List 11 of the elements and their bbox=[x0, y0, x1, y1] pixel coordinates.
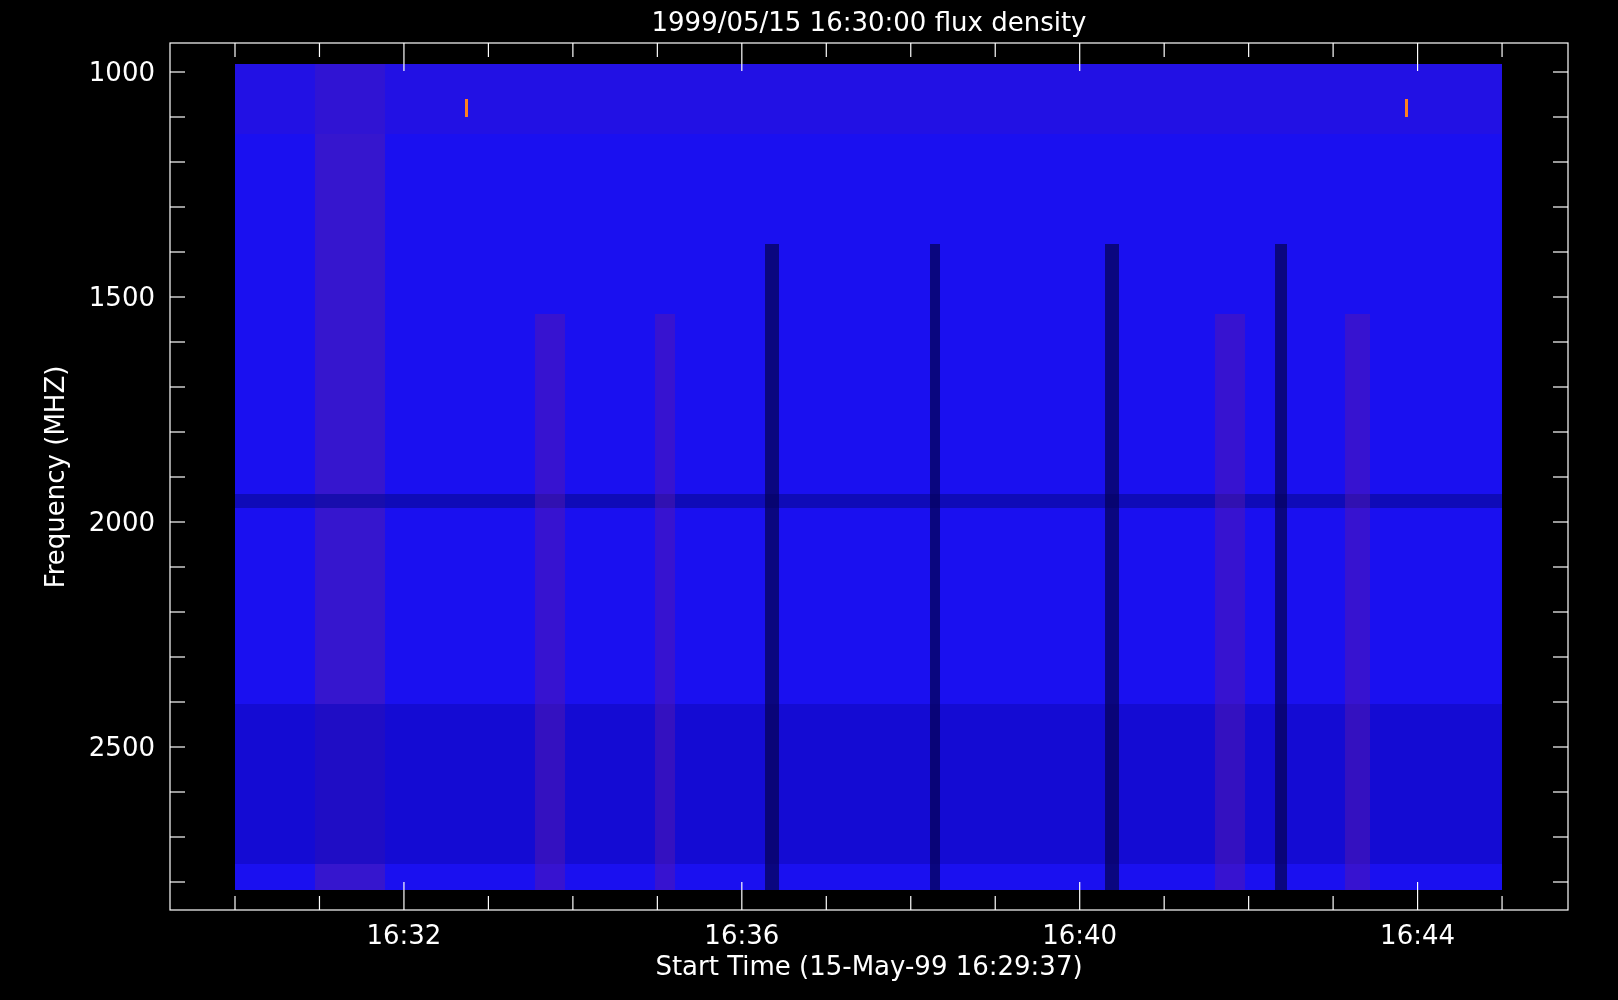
chart-title: 1999/05/15 16:30:00 flux density bbox=[651, 7, 1087, 37]
y-tick-label: 1500 bbox=[88, 282, 155, 312]
x-tick-label: 16:36 bbox=[704, 920, 780, 950]
x-axis-label: Start Time (15-May-99 16:29:37) bbox=[655, 951, 1083, 981]
x-tick-label: 16:44 bbox=[1380, 920, 1456, 950]
x-tick-label: 16:40 bbox=[1042, 920, 1118, 950]
y-tick-label: 2500 bbox=[88, 732, 155, 762]
y-tick-label: 2000 bbox=[88, 507, 155, 537]
y-tick-label: 1000 bbox=[88, 57, 155, 87]
x-tick-label: 16:32 bbox=[366, 920, 442, 950]
y-axis-label: Frequency (MHZ) bbox=[40, 365, 70, 589]
